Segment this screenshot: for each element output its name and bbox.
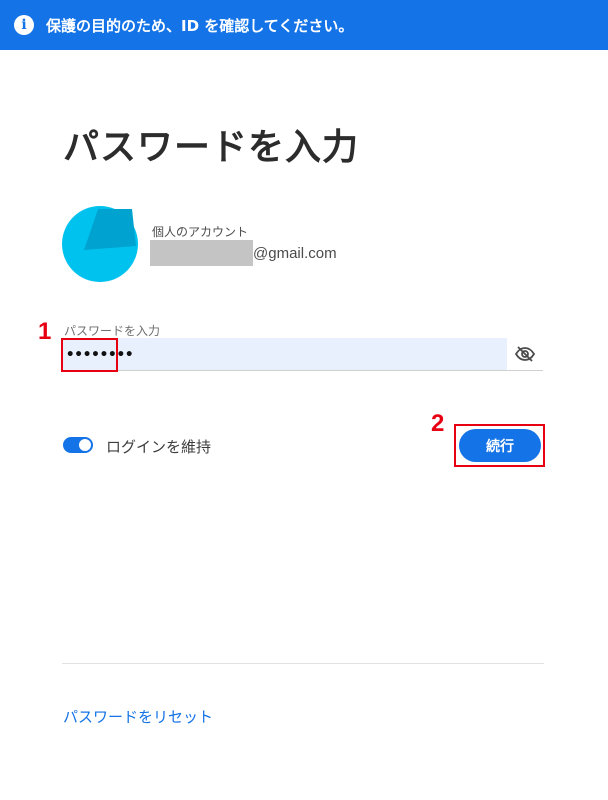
email-redacted-block xyxy=(150,240,253,266)
annotation-step-1: 1 xyxy=(38,318,52,345)
keep-signed-in-toggle[interactable] xyxy=(63,437,93,453)
show-password-button[interactable] xyxy=(507,338,543,371)
annotation-box-password xyxy=(61,338,118,372)
password-label: パスワードを入力 xyxy=(64,324,161,338)
eye-slash-icon xyxy=(515,346,535,362)
banner-text: 保護の目的のため、ID を確認してください。 xyxy=(46,16,354,35)
annotation-box-continue xyxy=(454,424,545,467)
keep-signed-in-label: ログインを維持 xyxy=(106,438,212,456)
password-input[interactable]: •••••••• xyxy=(62,338,507,371)
security-banner: i 保護の目的のため、ID を確認してください。 xyxy=(0,0,608,50)
avatar-icon xyxy=(62,206,138,282)
account-type-label: 個人のアカウント xyxy=(152,225,249,239)
annotation-step-2: 2 xyxy=(431,410,445,437)
email-domain: @gmail.com xyxy=(253,244,337,262)
divider xyxy=(62,663,544,664)
page-title: パスワードを入力 xyxy=(63,127,360,168)
avatar xyxy=(62,206,138,282)
toggle-knob xyxy=(79,439,91,451)
reset-password-link[interactable]: パスワードをリセット xyxy=(63,706,213,727)
account-email: @gmail.com xyxy=(150,240,337,266)
info-icon: i xyxy=(14,15,34,35)
